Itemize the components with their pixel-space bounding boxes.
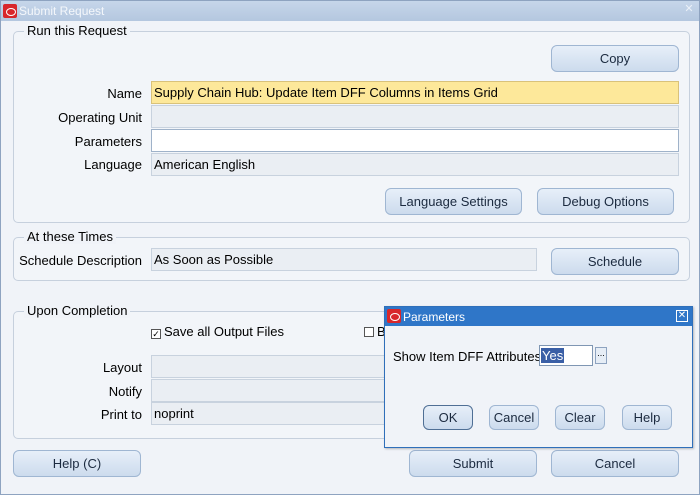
parameters-dialog-title: Parameters: [403, 310, 466, 324]
help-button[interactable]: Help (C): [13, 450, 141, 477]
parameters-label: Parameters: [74, 134, 142, 149]
copy-button[interactable]: Copy: [551, 45, 679, 72]
layout-field[interactable]: [151, 355, 387, 378]
layout-label: Layout: [102, 360, 142, 375]
parameters-dialog: Parameters ✕ Show Item DFF Attributes Ye…: [384, 306, 693, 448]
show-item-dff-field[interactable]: Yes: [539, 345, 593, 366]
show-item-dff-label: Show Item DFF Attributes: [393, 349, 542, 364]
times-group-title: At these Times: [24, 229, 116, 244]
print-to-field[interactable]: noprint: [151, 402, 387, 425]
notify-field[interactable]: [151, 379, 387, 402]
title-bar: Submit Request ✕: [1, 1, 699, 21]
schedule-button[interactable]: Schedule: [551, 248, 679, 275]
name-label: Name: [107, 86, 142, 101]
oracle-logo-icon: [387, 309, 401, 323]
dialog-ok-button[interactable]: OK: [423, 405, 473, 430]
checkbox-checked-icon: ✓: [151, 329, 161, 339]
cancel-button[interactable]: Cancel: [551, 450, 679, 477]
checkbox-unchecked-icon: [364, 327, 374, 337]
dialog-close-icon[interactable]: ✕: [676, 310, 688, 322]
operating-unit-label: Operating Unit: [58, 110, 142, 125]
parameters-dialog-title-bar: Parameters ✕: [385, 307, 692, 326]
completion-group-title: Upon Completion: [24, 303, 131, 318]
submit-button[interactable]: Submit: [409, 450, 537, 477]
language-settings-button[interactable]: Language Settings: [385, 188, 522, 215]
dialog-clear-button[interactable]: Clear: [555, 405, 605, 430]
oracle-logo-icon: [3, 4, 17, 18]
language-field[interactable]: American English: [151, 153, 679, 176]
debug-options-button[interactable]: Debug Options: [537, 188, 674, 215]
operating-unit-field[interactable]: [151, 105, 679, 128]
schedule-description-label: Schedule Description: [19, 253, 142, 268]
dialog-cancel-button[interactable]: Cancel: [489, 405, 539, 430]
save-output-label: Save all Output Files: [164, 324, 284, 339]
language-label: Language: [84, 157, 142, 172]
print-to-label: Print to: [100, 407, 142, 422]
name-field[interactable]: Supply Chain Hub: Update Item DFF Column…: [151, 81, 679, 104]
lov-button[interactable]: ...: [595, 347, 607, 364]
show-item-dff-value: Yes: [541, 348, 565, 363]
close-icon[interactable]: ✕: [683, 4, 695, 16]
submit-request-window: Submit Request ✕ Run this Request Copy N…: [0, 0, 700, 495]
notify-label: Notify: [108, 384, 142, 399]
run-request-group-title: Run this Request: [24, 23, 130, 38]
dialog-help-button[interactable]: Help: [622, 405, 672, 430]
parameters-field[interactable]: [151, 129, 679, 152]
window-title: Submit Request: [19, 4, 105, 18]
print-checkbox[interactable]: B: [364, 324, 386, 339]
save-output-checkbox[interactable]: ✓ Save all Output Files: [151, 324, 284, 339]
schedule-description-field[interactable]: As Soon as Possible: [151, 248, 537, 271]
